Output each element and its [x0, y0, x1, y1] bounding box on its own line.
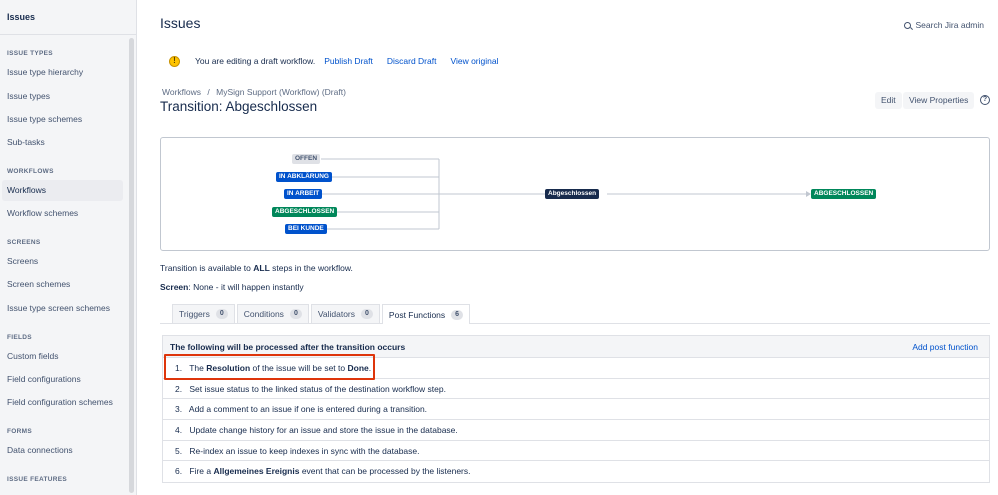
status-in-abklaerung[interactable]: IN ABKLÄRUNG — [276, 172, 332, 182]
tab-count-badge: 6 — [451, 309, 464, 320]
draft-message: You are editing a draft workflow. — [195, 56, 316, 66]
row-text: Set issue status to the linked status of… — [189, 383, 446, 394]
row-number: 3. — [175, 404, 183, 415]
status-bei-kunde[interactable]: BEI KUNDE — [285, 224, 327, 234]
view-properties-button[interactable]: View Properties — [903, 92, 975, 109]
row-bold: Allgemeines Ereignis — [213, 466, 300, 477]
search-jira-admin-button[interactable]: Search Jira admin — [904, 20, 984, 30]
tab-count-badge: 0 — [289, 309, 302, 319]
sidebar-item-custom-fields[interactable]: Custom fields — [2, 346, 123, 367]
status-in-arbeit[interactable]: IN ARBEIT — [284, 189, 323, 199]
search-icon — [904, 21, 912, 29]
sidebar-heading-fields: FIELDS — [7, 334, 32, 341]
availability-bold: ALL — [253, 263, 270, 273]
screen-info: Screen: None - it will happen instantly — [160, 282, 304, 292]
post-functions-header-text: The following will be processed after th… — [170, 341, 406, 352]
status-abgeschlossen-from[interactable]: ABGESCHLOSSEN — [272, 207, 338, 217]
sidebar-item-screens[interactable]: Screens — [2, 251, 123, 272]
row-text: Fire a — [189, 466, 214, 477]
status-offen[interactable]: OFFEN — [292, 154, 321, 164]
row-text: Add a comment to an issue if one is ente… — [188, 404, 428, 415]
screen-label: Screen — [160, 282, 189, 292]
tab-label: Conditions — [243, 309, 284, 319]
sidebar-item-data-connections[interactable]: Data connections — [2, 440, 123, 461]
tab-label: Triggers — [179, 309, 210, 319]
tab-post-functions[interactable]: Post Functions 6 — [381, 304, 471, 324]
breadcrumb: Workflows / MySign Support (Workflow) (D… — [162, 87, 350, 97]
availability-prefix: Transition is available to — [160, 263, 254, 273]
page-title: Issues — [160, 15, 201, 31]
transition-diagram: OFFEN IN ABKLÄRUNG IN ARBEIT ABGESCHLOSS… — [160, 137, 990, 251]
row-number: 2. — [175, 383, 183, 394]
tab-bar: Triggers 0 Conditions 0 Validators 0 Pos… — [172, 304, 472, 324]
edit-button[interactable]: Edit — [875, 92, 902, 109]
tab-label: Validators — [317, 309, 356, 319]
sidebar-item-screen-schemes[interactable]: Screen schemes — [2, 274, 123, 295]
tab-conditions[interactable]: Conditions 0 — [236, 304, 309, 323]
sidebar-item-sub-tasks[interactable]: Sub-tasks — [2, 132, 123, 153]
help-icon[interactable]: ? — [980, 95, 990, 105]
sidebar: Issues ISSUE TYPES Issue type hierarchy … — [0, 0, 137, 495]
row-number: 5. — [175, 445, 183, 456]
sidebar-item-issue-type-screen-schemes[interactable]: Issue type screen schemes — [2, 298, 123, 319]
publish-draft-link[interactable]: Publish Draft — [324, 56, 373, 66]
sidebar-title[interactable]: Issues — [7, 12, 35, 22]
draft-bar: You are editing a draft workflow. Publis… — [169, 54, 513, 68]
row-number: 4. — [175, 425, 183, 436]
breadcrumb-current[interactable]: MySign Support (Workflow) (Draft) — [216, 87, 346, 97]
view-original-link[interactable]: View original — [450, 56, 498, 66]
breadcrumb-workflows[interactable]: Workflows — [162, 87, 201, 97]
post-function-row[interactable]: 2. Set issue status to the linked status… — [163, 379, 989, 400]
sidebar-item-issue-type-hierarchy[interactable]: Issue type hierarchy — [2, 62, 123, 83]
transition-title: Transition: Abgeschlossen — [160, 99, 318, 114]
tab-validators[interactable]: Validators 0 — [310, 304, 380, 323]
breadcrumb-separator: / — [207, 87, 210, 97]
row-text: Update change history for an issue and s… — [189, 425, 458, 436]
tab-label: Post Functions — [388, 309, 446, 320]
post-function-row[interactable]: 3. Add a comment to an issue if one is e… — [163, 399, 989, 421]
sidebar-item-workflows[interactable]: Workflows — [2, 180, 123, 201]
post-function-row[interactable]: 4. Update change history for an issue an… — [163, 420, 989, 441]
sidebar-heading-issue-types: ISSUE TYPES — [7, 50, 53, 57]
sidebar-item-field-configuration-schemes[interactable]: Field configuration schemes — [2, 392, 123, 413]
availability-suffix: steps in the workflow. — [269, 263, 353, 273]
tab-triggers[interactable]: Triggers 0 — [172, 304, 235, 323]
tab-count-badge: 0 — [361, 309, 373, 319]
transition-label[interactable]: Abgeschlossen — [545, 189, 600, 199]
sidebar-item-field-configurations[interactable]: Field configurations — [2, 369, 123, 390]
search-jira-admin-label: Search Jira admin — [915, 20, 984, 30]
row-text: event that can be processed by the liste… — [299, 466, 471, 477]
sidebar-heading-forms: FORMS — [7, 428, 32, 435]
screen-value: : None - it will happen instantly — [188, 282, 304, 292]
warning-icon — [169, 55, 180, 67]
sidebar-item-issue-type-schemes[interactable]: Issue type schemes — [2, 109, 123, 130]
add-post-function-link[interactable]: Add post function — [912, 342, 978, 352]
post-function-row[interactable]: 5. Re-index an issue to keep indexes in … — [163, 441, 989, 462]
row-text: Re-index an issue to keep indexes in syn… — [189, 445, 420, 456]
sidebar-heading-workflows: WORKFLOWS — [7, 168, 54, 175]
sidebar-item-issue-types[interactable]: Issue types — [2, 86, 123, 107]
highlight-box — [164, 354, 375, 380]
tab-count-badge: 0 — [215, 309, 228, 319]
sidebar-scrollbar[interactable] — [129, 38, 134, 493]
row-number: 6. — [175, 466, 183, 477]
status-abgeschlossen-to[interactable]: ABGESCHLOSSEN — [811, 189, 877, 199]
post-function-row[interactable]: 6. Fire a Allgemeines Ereignis event tha… — [163, 461, 989, 482]
sidebar-item-workflow-schemes[interactable]: Workflow schemes — [2, 203, 123, 224]
discard-draft-link[interactable]: Discard Draft — [387, 56, 437, 66]
sidebar-heading-screens: SCREENS — [7, 239, 41, 246]
transition-availability: Transition is available to ALL steps in … — [160, 263, 353, 273]
sidebar-divider — [0, 34, 136, 35]
sidebar-heading-issue-features: ISSUE FEATURES — [7, 476, 68, 483]
